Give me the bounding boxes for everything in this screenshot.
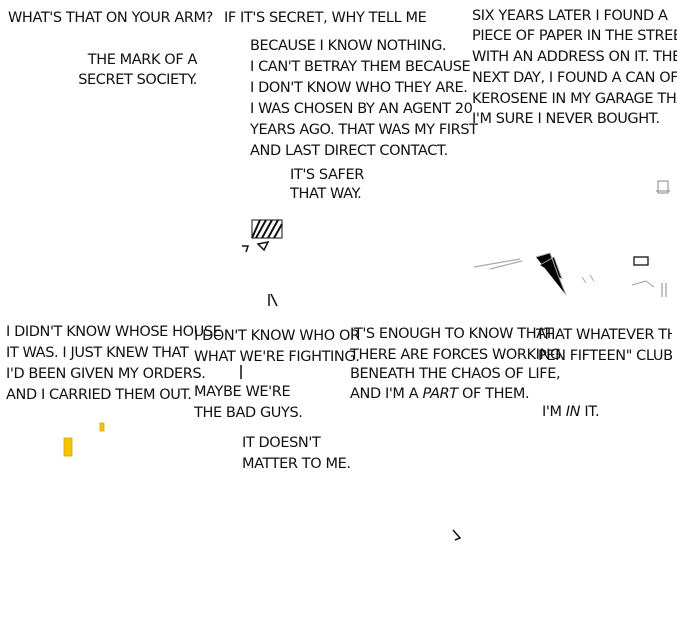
panel6-line-4: AND I'M A PART OF THEM. bbox=[350, 384, 530, 405]
panel2-reply-2: THAT WAY. bbox=[290, 186, 362, 202]
panel2-reply-1: IT'S SAFER bbox=[290, 167, 364, 183]
panel3-line-5: KEROSENE IN MY GARAGE THAT bbox=[472, 91, 677, 107]
panel7-final-post: IT. bbox=[580, 404, 600, 420]
panel1-reply-1: THE MARK OF A bbox=[87, 52, 198, 68]
panel2-line-6: AND LAST DIRECT CONTACT. bbox=[250, 143, 448, 159]
panel6-line-4-post: OF THEM. bbox=[457, 386, 530, 402]
panel3-line-2: PIECE OF PAPER IN THE STREET bbox=[472, 28, 677, 44]
panel6-line-4-pre: AND I'M A bbox=[350, 386, 423, 402]
panel5-reply-2: MATTER TO ME. bbox=[242, 456, 351, 472]
panel7-final-pre: I'M bbox=[542, 404, 566, 420]
panel2-line-1: BECAUSE I KNOW NOTHING. bbox=[250, 38, 447, 54]
panel3-line-6: I'M SURE I NEVER BOUGHT. bbox=[472, 111, 660, 127]
arm-mark-scribble bbox=[242, 219, 283, 253]
panel5-reply-1: IT DOESN'T bbox=[242, 435, 321, 451]
panel2-title: IF IT'S SECRET, WHY TELL ME bbox=[224, 10, 427, 26]
panel7-final-em: IN bbox=[565, 404, 581, 420]
panel3-line-4: NEXT DAY, I FOUND A CAN OF bbox=[472, 70, 677, 86]
panel2-line-2: I CAN'T BETRAY THEM BECAUSE bbox=[250, 59, 471, 75]
panel6-line-2: THERE ARE FORCES WORKING bbox=[350, 347, 561, 363]
panel5-maybe-2: THE BAD GUYS. bbox=[194, 405, 303, 421]
panel2-line-3: I DON'T KNOW WHO THEY ARE. bbox=[250, 80, 468, 96]
panel7-final: I'M IN IT. bbox=[542, 402, 600, 423]
panel3-line-1: SIX YEARS LATER I FOUND A bbox=[472, 8, 668, 24]
kerosene-can-icon bbox=[633, 256, 649, 266]
panel1-question: WHAT'S THAT ON YOUR ARM? bbox=[8, 10, 213, 26]
panel2-line-4: I WAS CHOSEN BY AN AGENT 20 bbox=[250, 101, 473, 117]
panel6-line-3: BENEATH THE CHAOS OF LIFE, bbox=[350, 366, 561, 382]
street-sketch bbox=[473, 180, 670, 297]
panel5-maybe-1: MAYBE WE'RE bbox=[194, 384, 291, 400]
figure-fragment bbox=[452, 529, 462, 541]
panel7-line-1: THAT WHATEVER THIS bbox=[536, 327, 672, 343]
panel4-line-3: I'D BEEN GIVEN MY ORDERS. bbox=[6, 366, 206, 382]
panel6-line-1: IT'S ENOUGH TO KNOW THAT bbox=[350, 326, 554, 342]
figure-stub bbox=[268, 293, 278, 307]
panel5-line-2: WHAT WE'RE FIGHTING. bbox=[194, 349, 360, 365]
panel3-line-3: WITH AN ADDRESS ON IT. THE bbox=[472, 49, 677, 65]
panel1-reply-2: SECRET SOCIETY. bbox=[78, 72, 197, 88]
panel6-line-4-em: PART bbox=[422, 386, 458, 402]
panel4-line-2: IT WAS. I JUST KNEW THAT bbox=[6, 345, 189, 361]
speech-tick bbox=[240, 365, 242, 379]
panel2-line-5: YEARS AGO. THAT WAS MY FIRST bbox=[250, 122, 478, 138]
fire-icon bbox=[63, 422, 105, 457]
panel5-line-1: I DON'T KNOW WHO OR bbox=[194, 328, 360, 344]
panel7-line-2: PEN FIFTEEN" CLUB IS, bbox=[538, 348, 672, 364]
panel4-line-4: AND I CARRIED THEM OUT. bbox=[6, 387, 192, 403]
panel4-line-1: I DIDN'T KNOW WHOSE HOUSE bbox=[6, 324, 222, 340]
